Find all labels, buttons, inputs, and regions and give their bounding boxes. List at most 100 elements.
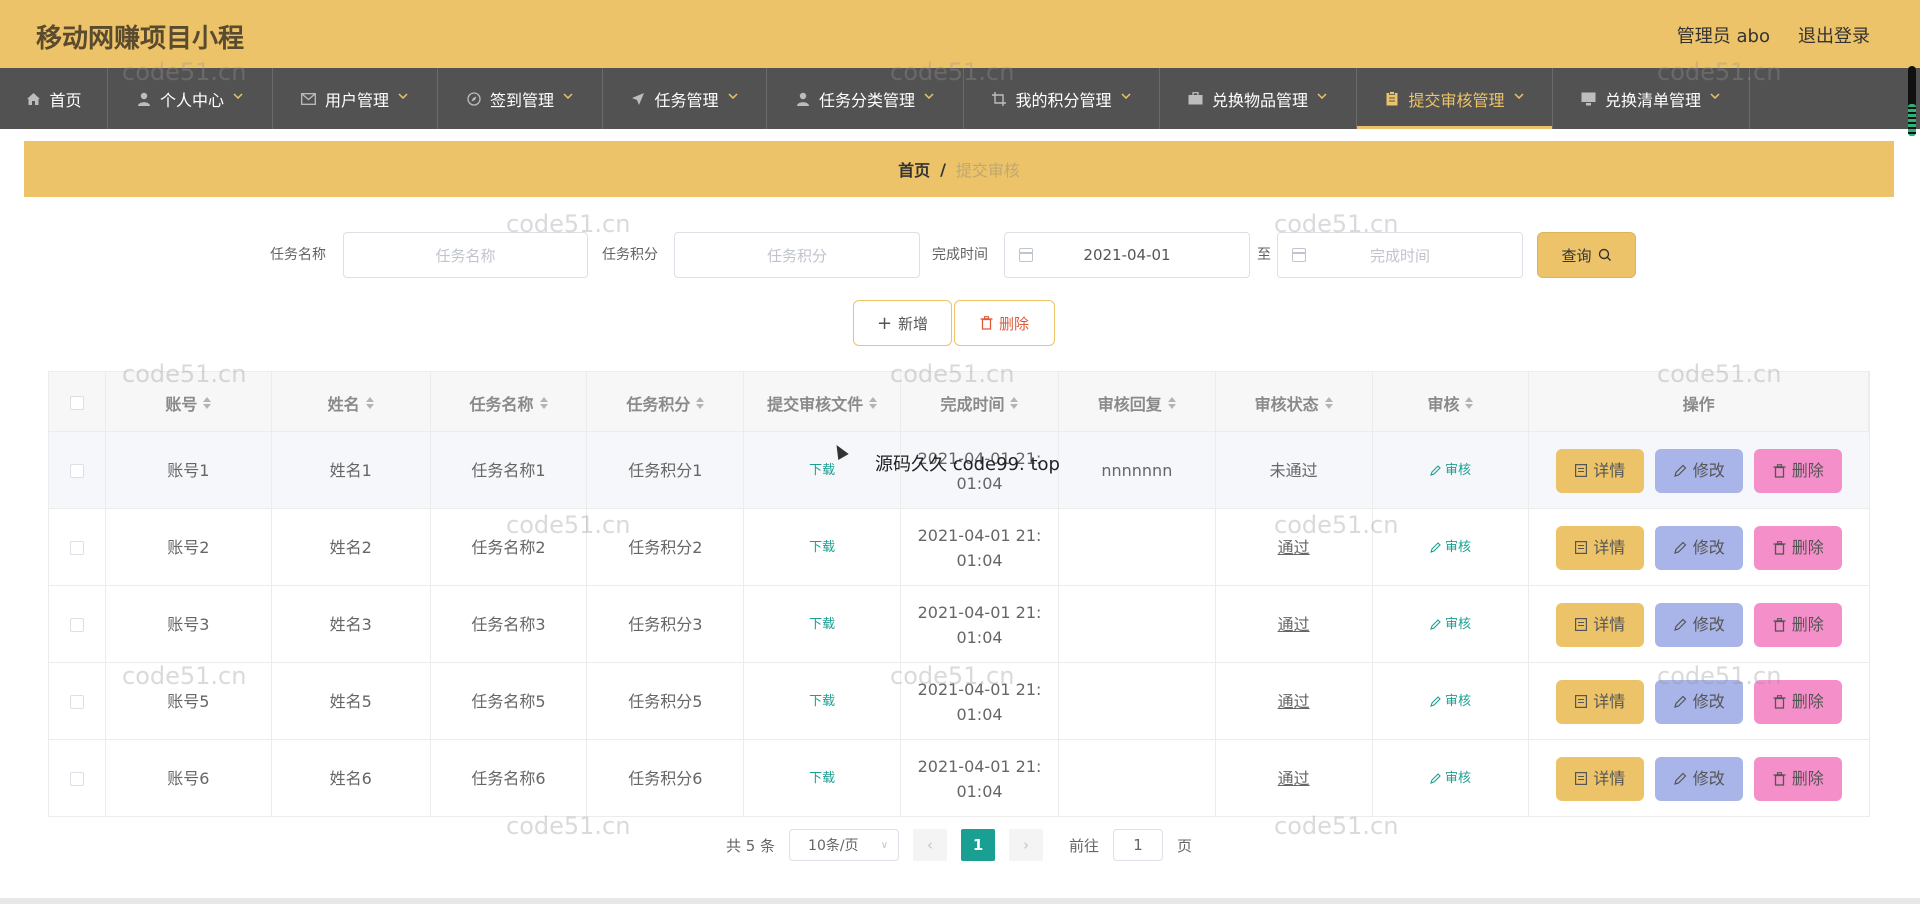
cell-name: 姓名5 [272,663,431,740]
select-all-checkbox[interactable] [69,395,84,410]
detail-button[interactable]: 详情 [1556,448,1645,493]
download-link[interactable]: 下载 [809,535,835,560]
nav-item-6[interactable]: 我的积分管理 [964,68,1160,129]
finish-time-start-input[interactable]: 2021-04-01 [1004,232,1250,278]
download-link[interactable]: 下载 [809,689,835,714]
edit-button[interactable]: 修改 [1655,448,1744,493]
logout-link[interactable]: 退出登录 [1798,22,1870,48]
cell-status: 通过 [1216,586,1373,663]
detail-button[interactable]: 详情 [1556,525,1645,570]
edit-button[interactable]: 修改 [1655,525,1744,570]
edit-button[interactable]: 修改 [1655,679,1744,724]
prev-page-button[interactable]: ‹ [913,829,948,861]
nav-item-7[interactable]: 兑换物品管理 [1160,68,1357,129]
add-button[interactable]: + 新增 [853,300,952,346]
row-checkbox[interactable] [69,771,84,786]
cell-file: 下载 [744,740,902,817]
cell-name: 姓名1 [272,432,431,509]
delete-button[interactable]: 删除 [1754,756,1843,801]
send-icon [630,91,646,107]
sort-icon[interactable] [696,396,705,409]
cell-reply: nnnnnnn [1059,432,1216,509]
detail-button[interactable]: 详情 [1556,602,1645,647]
column-header[interactable]: 审核状态 [1216,372,1373,433]
sort-icon[interactable] [869,396,878,409]
column-header-label: 姓名 [327,394,360,414]
detail-button[interactable]: 详情 [1556,679,1645,724]
delete-button[interactable]: 删除 [1754,679,1843,724]
document-icon [1575,464,1588,477]
cell-account: 账号5 [106,663,272,740]
column-header[interactable]: 提交审核文件 [744,372,902,433]
cell-account: 账号1 [106,432,272,509]
sort-icon[interactable] [203,396,212,409]
query-button[interactable]: 查询 [1537,232,1636,278]
nav-item-label: 任务管理 [654,90,719,110]
goto-page-input[interactable]: 1 [1113,829,1164,861]
content-area: 任务名称 任务名称 任务积分 任务积分 完成时间 2021-04-01 至 完成… [24,210,1894,885]
breadcrumb-separator: / [940,159,946,179]
download-link[interactable]: 下载 [809,458,835,483]
nav-item-8[interactable]: 提交审核管理 [1357,68,1553,129]
header-checkbox-cell [49,372,106,433]
nav-item-2[interactable]: 用户管理 [273,68,438,129]
batch-delete-button[interactable]: 删除 [954,300,1055,346]
nav-item-0[interactable]: 首页 [0,68,108,129]
audit-link[interactable]: 审核 [1430,458,1471,483]
edit-icon [1430,465,1441,476]
row-checkbox[interactable] [69,540,84,555]
task-name-input[interactable]: 任务名称 [343,232,588,278]
nav-item-5[interactable]: 任务分类管理 [767,68,964,129]
cell-operations: 详情 修改 删除 [1529,432,1869,509]
column-header[interactable]: 审核回复 [1059,372,1216,433]
delete-button[interactable]: 删除 [1754,448,1843,493]
nav-item-3[interactable]: 签到管理 [438,68,603,129]
cell-file: 下载 [744,586,902,663]
sort-icon[interactable] [1324,396,1333,409]
cell-task-name: 任务名称1 [431,432,588,509]
edit-label: 修改 [1692,615,1725,634]
next-page-button[interactable]: › [1009,829,1044,861]
delete-label: 删除 [1791,769,1824,788]
audit-link[interactable]: 审核 [1430,689,1471,714]
column-header[interactable]: 审核 [1373,372,1530,433]
cell-audit: 审核 [1373,663,1530,740]
sort-icon[interactable] [1167,396,1176,409]
column-header[interactable]: 任务名称 [431,372,588,433]
nav-item-label: 兑换清单管理 [1604,90,1701,110]
breadcrumb-home[interactable]: 首页 [898,157,930,181]
edit-button[interactable]: 修改 [1655,756,1744,801]
nav-item-4[interactable]: 任务管理 [603,68,767,129]
audit-link[interactable]: 审核 [1430,612,1471,637]
nav-item-9[interactable]: 兑换清单管理 [1553,68,1750,129]
edit-button[interactable]: 修改 [1655,602,1744,647]
row-checkbox[interactable] [69,463,84,478]
detail-button[interactable]: 详情 [1556,756,1645,801]
chevron-down-icon [1316,90,1328,102]
nav-item-1[interactable]: 个人中心 [108,68,273,129]
cell-operations: 详情 修改 删除 [1529,663,1869,740]
download-link[interactable]: 下载 [809,766,835,791]
page-size-select[interactable]: 10条/页 ∨ [789,829,900,861]
column-header[interactable]: 任务积分 [587,372,745,433]
audit-link[interactable]: 审核 [1430,535,1471,560]
finish-time-end-input[interactable]: 完成时间 [1277,232,1523,278]
sort-icon[interactable] [365,396,374,409]
audit-status: 通过 [1277,615,1310,634]
column-header[interactable]: 账号 [106,372,272,433]
download-link[interactable]: 下载 [809,612,835,637]
row-checkbox[interactable] [69,694,84,709]
sort-icon[interactable] [1465,396,1474,409]
sort-icon[interactable] [1010,396,1019,409]
column-header[interactable]: 完成时间 [901,372,1059,433]
audit-link[interactable]: 审核 [1430,766,1471,791]
column-header[interactable]: 姓名 [272,372,431,433]
delete-button[interactable]: 删除 [1754,525,1843,570]
task-points-input[interactable]: 任务积分 [674,232,920,278]
sort-icon[interactable] [539,396,548,409]
document-icon [1575,618,1588,631]
page-number-current[interactable]: 1 [961,829,996,861]
delete-button[interactable]: 删除 [1754,602,1843,647]
audit-status: 通过 [1277,538,1310,557]
row-checkbox[interactable] [69,617,84,632]
